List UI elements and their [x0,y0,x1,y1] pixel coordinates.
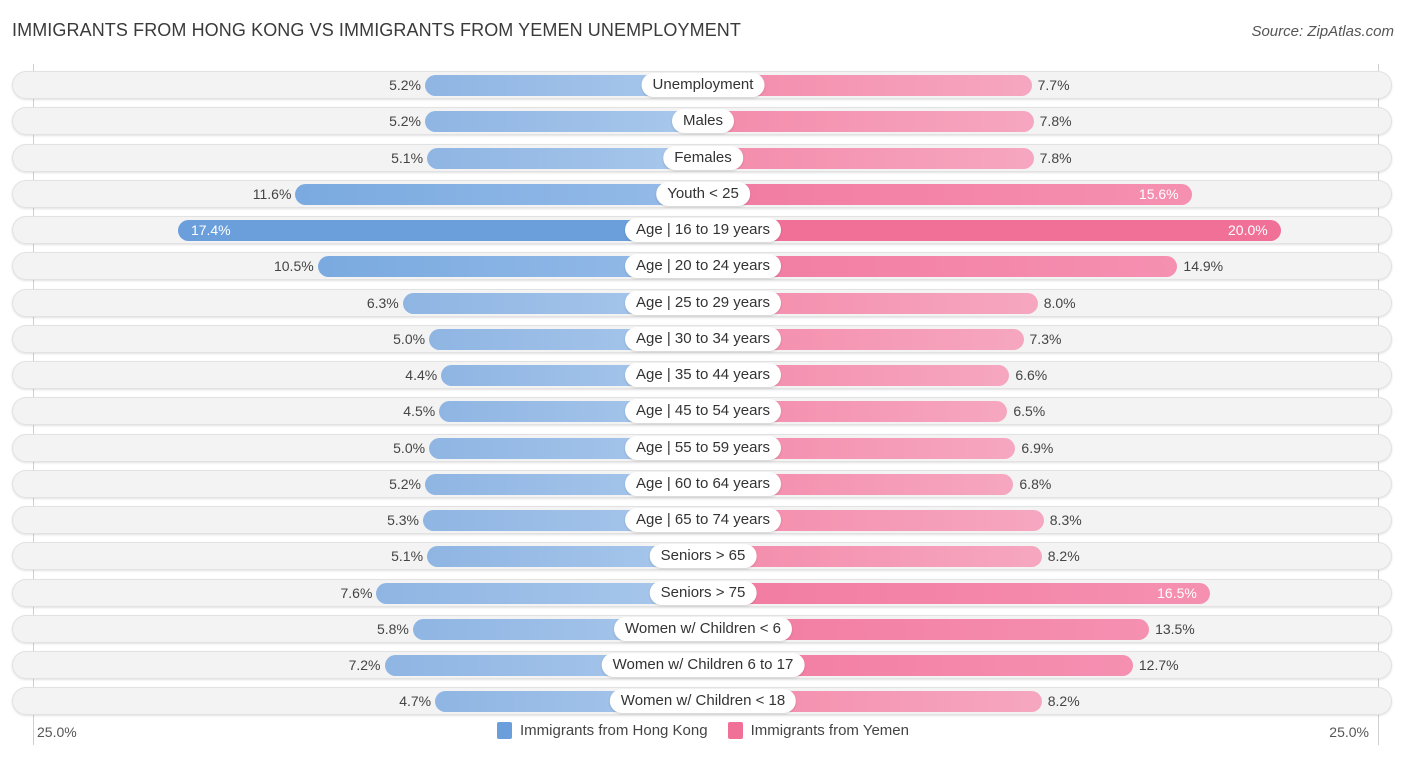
value-label-yemen: 8.0% [1043,295,1076,311]
category-label: Youth < 25 [656,182,750,206]
category-label: Unemployment [641,73,765,97]
bar-hong-kong [425,111,703,132]
value-label-yemen: 7.8% [1039,150,1072,166]
value-label-hong-kong: 4.4% [405,367,438,383]
value-label-hong-kong: 5.3% [387,512,419,528]
value-label-yemen: 6.9% [1021,440,1054,456]
value-label-hong-kong: 7.6% [340,585,373,601]
value-label-hong-kong: 7.2% [348,657,381,673]
value-label-hong-kong: 5.2% [389,77,421,93]
value-label-hong-kong: 17.4% [190,222,231,238]
value-label-hong-kong: 5.2% [389,113,421,129]
value-label-hong-kong: 4.7% [399,693,432,709]
bar-hong-kong [427,148,703,169]
bar-yemen [703,220,1281,241]
value-label-yemen: 7.7% [1037,77,1070,93]
category-label: Age | 16 to 19 years [625,218,781,242]
category-label: Age | 60 to 64 years [625,472,781,496]
bar-yemen [703,148,1034,169]
category-label: Seniors > 75 [649,581,757,605]
value-label-hong-kong: 5.1% [391,150,424,166]
category-label: Age | 20 to 24 years [625,254,781,278]
legend-label-yemen: Immigrants from Yemen [750,722,909,739]
category-label: Women w/ Children < 18 [609,689,797,713]
value-label-hong-kong: 4.5% [403,403,436,419]
bar-yemen [703,583,1210,604]
value-label-yemen: 6.6% [1015,367,1048,383]
legend-label-hong-kong: Immigrants from Hong Kong [520,722,708,739]
legend-swatch-hong-kong [497,722,512,739]
value-label-yemen: 6.5% [1013,403,1046,419]
value-label-yemen: 14.9% [1183,258,1224,274]
value-label-hong-kong: 5.2% [389,476,421,492]
value-label-yemen: 6.8% [1019,476,1052,492]
value-label-yemen: 20.0% [1228,222,1268,238]
value-label-hong-kong: 10.5% [273,258,314,274]
category-label: Age | 25 to 29 years [625,291,781,315]
category-label: Age | 35 to 44 years [625,363,781,387]
value-label-hong-kong: 11.6% [252,186,292,202]
category-label: Females [663,146,743,170]
category-label: Women w/ Children 6 to 17 [601,653,805,677]
value-label-yemen: 8.3% [1049,512,1082,528]
legend-item-hong-kong: Immigrants from Hong Kong [497,722,708,739]
value-label-yemen: 7.3% [1029,331,1062,347]
value-label-hong-kong: 6.3% [366,295,399,311]
category-label: Women w/ Children < 6 [613,617,793,641]
value-label-yemen: 13.5% [1155,621,1195,637]
category-label: Age | 30 to 34 years [625,327,781,351]
category-label: Age | 45 to 54 years [625,399,781,423]
value-label-yemen: 8.2% [1047,548,1080,564]
value-label-hong-kong: 5.0% [393,331,426,347]
category-label: Seniors > 65 [649,544,757,568]
chart-title: IMMIGRANTS FROM HONG KONG VS IMMIGRANTS … [12,20,741,40]
value-label-hong-kong: 5.1% [391,548,424,564]
source-credit: Source: ZipAtlas.com [1251,23,1394,40]
legend-swatch-yemen [727,722,743,739]
value-label-yemen: 7.8% [1039,113,1072,129]
value-label-yemen: 15.6% [1138,186,1179,202]
legend: Immigrants from Hong Kong Immigrants fro… [0,722,1406,739]
category-label: Age | 65 to 74 years [625,508,781,532]
bar-yemen [703,184,1192,205]
value-label-hong-kong: 5.0% [393,440,426,456]
category-label: Age | 55 to 59 years [625,436,781,460]
value-label-yemen: 8.2% [1047,693,1080,709]
value-label-yemen: 16.5% [1157,585,1197,601]
category-label: Males [671,109,735,133]
legend-item-yemen: Immigrants from Yemen [727,722,909,739]
value-label-yemen: 12.7% [1138,657,1179,673]
bar-yemen [703,111,1034,132]
value-label-hong-kong: 5.8% [376,621,409,637]
bar-hong-kong [295,184,703,205]
